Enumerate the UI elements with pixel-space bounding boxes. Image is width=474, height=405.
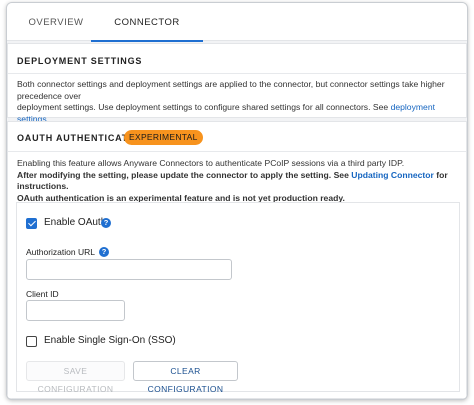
description-line: After modifying the setting, please upda… — [17, 169, 352, 180]
enable-sso-label: Enable Single Sign-On (SSO) — [44, 335, 176, 346]
experimental-badge: EXPERIMENTAL — [124, 130, 203, 145]
enable-oauth-label: Enable OAuth — [44, 217, 107, 228]
deployment-settings-title: DEPLOYMENT SETTINGS — [17, 56, 143, 66]
oauth-config-form: Enable OAuth ? Authorization URL ? Clien… — [16, 202, 460, 394]
help-icon[interactable]: ? — [99, 247, 109, 257]
tab-bar: OVERVIEW CONNECTOR SETTINGS — [7, 3, 467, 68]
client-id-input[interactable] — [26, 300, 125, 321]
oauth-authentication-card: OAUTH AUTHENTICATION EXPERIMENTAL Enabli… — [7, 121, 467, 399]
enable-sso-checkbox[interactable] — [26, 336, 37, 347]
divider — [8, 73, 466, 74]
enable-oauth-checkbox[interactable] — [26, 218, 37, 229]
client-id-label: Client ID — [26, 289, 59, 299]
deployment-settings-card: DEPLOYMENT SETTINGS Both connector setti… — [7, 43, 467, 124]
divider — [8, 151, 466, 152]
tab-overview[interactable]: OVERVIEW — [21, 3, 91, 41]
description-line: Both connector settings and deployment s… — [17, 79, 445, 101]
description-line: deployment settings. Use deployment sett… — [17, 102, 391, 113]
authorization-url-input[interactable] — [26, 259, 232, 280]
deployment-settings-description: Both connector settings and deployment s… — [17, 79, 457, 125]
tab-connector-settings[interactable]: CONNECTOR SETTINGS — [91, 3, 203, 68]
help-icon[interactable]: ? — [101, 218, 111, 228]
oauth-description: Enabling this feature allows Anyware Con… — [17, 158, 457, 204]
description-line: Enabling this feature allows Anyware Con… — [17, 158, 405, 168]
clear-configuration-button[interactable]: CLEAR CONFIGURATION — [133, 361, 238, 394]
connector-settings-panel: OVERVIEW CONNECTOR SETTINGS DEPLOYMENT S… — [6, 2, 468, 400]
updating-connector-link[interactable]: Updating Connector — [351, 170, 434, 180]
active-tab-indicator — [91, 40, 203, 42]
save-configuration-button[interactable]: SAVE CONFIGURATION — [26, 361, 125, 394]
authorization-url-label: Authorization URL — [26, 247, 95, 257]
